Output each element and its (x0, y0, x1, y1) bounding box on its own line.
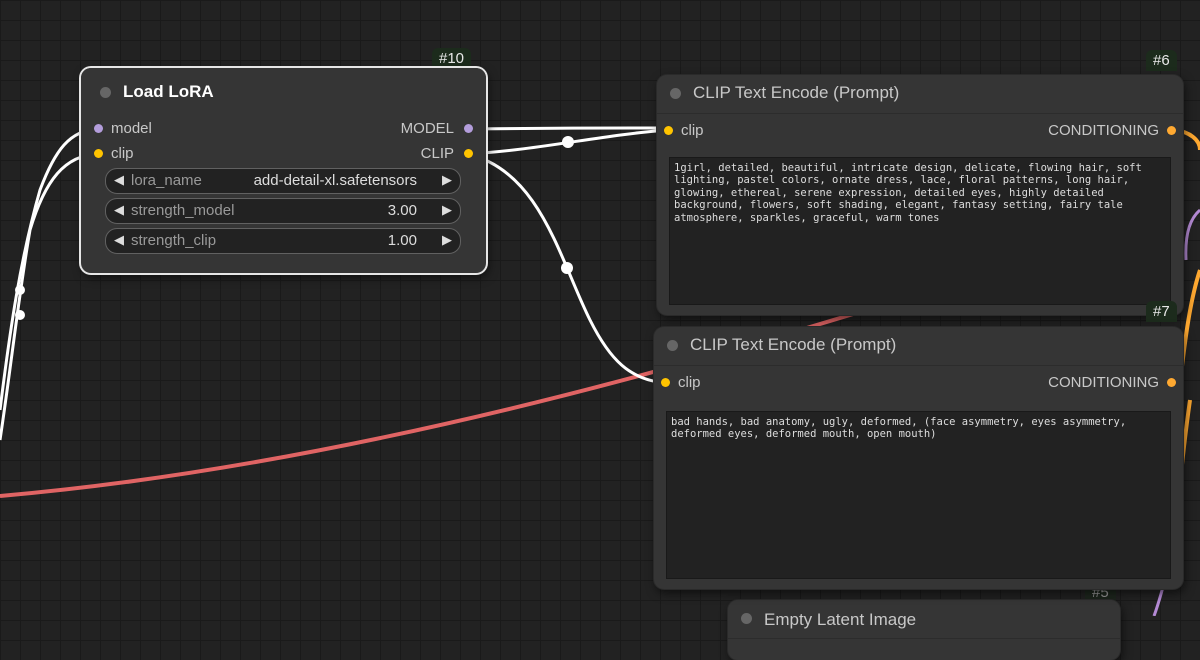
triangle-right-icon[interactable]: ▶ (442, 232, 452, 248)
wire-model-out (466, 126, 669, 131)
input-clip-label: clip (111, 145, 134, 162)
input-clip-slot[interactable] (661, 378, 670, 387)
output-conditioning-label: CONDITIONING (1048, 374, 1159, 391)
node-id-badge: #6 (1146, 50, 1177, 71)
output-conditioning-slot[interactable] (1167, 126, 1176, 135)
node-title: CLIP Text Encode (Prompt) (693, 83, 900, 102)
widget-value: add-detail-xl.safetensors (253, 172, 417, 189)
output-clip-slot[interactable] (464, 149, 473, 158)
triangle-left-icon[interactable]: ◀ (114, 202, 124, 218)
node-title: Empty Latent Image (764, 610, 917, 629)
prompt-textarea[interactable]: bad hands, bad anatomy, ugly, deformed, … (666, 411, 1171, 579)
load-lora-node[interactable]: Load LoRA model MODEL clip CLIP ◀ lora_n… (81, 68, 486, 273)
widget-label: strength_clip (131, 232, 217, 249)
empty-latent-node-partial[interactable]: Empty Latent Image (728, 600, 1120, 660)
output-conditioning-label: CONDITIONING (1048, 122, 1159, 139)
triangle-left-icon[interactable]: ◀ (114, 232, 124, 248)
wire-purple-right (1184, 208, 1200, 261)
input-model-slot[interactable] (94, 124, 103, 133)
triangle-right-icon[interactable]: ▶ (442, 172, 452, 188)
collapse-dot-icon[interactable] (667, 340, 678, 351)
node-title: CLIP Text Encode (Prompt) (690, 335, 897, 354)
widget-label: lora_name (131, 172, 202, 189)
input-clip-slot[interactable] (94, 149, 103, 158)
strength-clip-number[interactable]: ◀ strength_clip 1.00 ▶ (105, 228, 461, 254)
input-clip-slot[interactable] (664, 126, 673, 135)
node-titlebar[interactable]: CLIP Text Encode (Prompt) (657, 75, 1183, 114)
triangle-right-icon[interactable]: ▶ (442, 202, 452, 218)
output-clip-label: CLIP (420, 145, 454, 162)
triangle-left-icon[interactable]: ◀ (114, 172, 124, 188)
node-id-badge: #10 (432, 48, 472, 69)
output-model-slot[interactable] (464, 124, 473, 133)
node-id-badge: #7 (1146, 301, 1177, 322)
node-titlebar[interactable]: Empty Latent Image (728, 600, 1120, 639)
clip-text-encode-positive-node[interactable]: CLIP Text Encode (Prompt) clip CONDITION… (657, 75, 1183, 315)
widget-value: 1.00 (387, 232, 417, 249)
node-title: Load LoRA (123, 82, 214, 101)
clip-text-encode-negative-node[interactable]: CLIP Text Encode (Prompt) clip CONDITION… (654, 327, 1183, 589)
node-titlebar[interactable]: Load LoRA (81, 68, 486, 114)
lora-name-combo[interactable]: ◀ lora_name add-detail-xl.safetensors ▶ (105, 168, 461, 194)
collapse-dot-icon[interactable] (670, 88, 681, 99)
prompt-textarea[interactable]: 1girl, detailed, beautiful, intricate de… (669, 157, 1171, 305)
output-conditioning-slot[interactable] (1167, 378, 1176, 387)
collapse-dot-icon[interactable] (100, 87, 111, 98)
input-model-label: model (111, 120, 152, 137)
input-clip-label: clip (678, 374, 701, 391)
widget-label: strength_model (131, 202, 235, 219)
widget-value: 3.00 (387, 202, 417, 219)
input-clip-label: clip (681, 122, 704, 139)
output-model-label: MODEL (400, 120, 454, 137)
wire-orange-right2 (1178, 269, 1200, 384)
strength-model-number[interactable]: ◀ strength_model 3.00 ▶ (105, 198, 461, 224)
node-titlebar[interactable]: CLIP Text Encode (Prompt) (654, 327, 1183, 366)
collapse-dot-icon[interactable] (741, 613, 752, 624)
